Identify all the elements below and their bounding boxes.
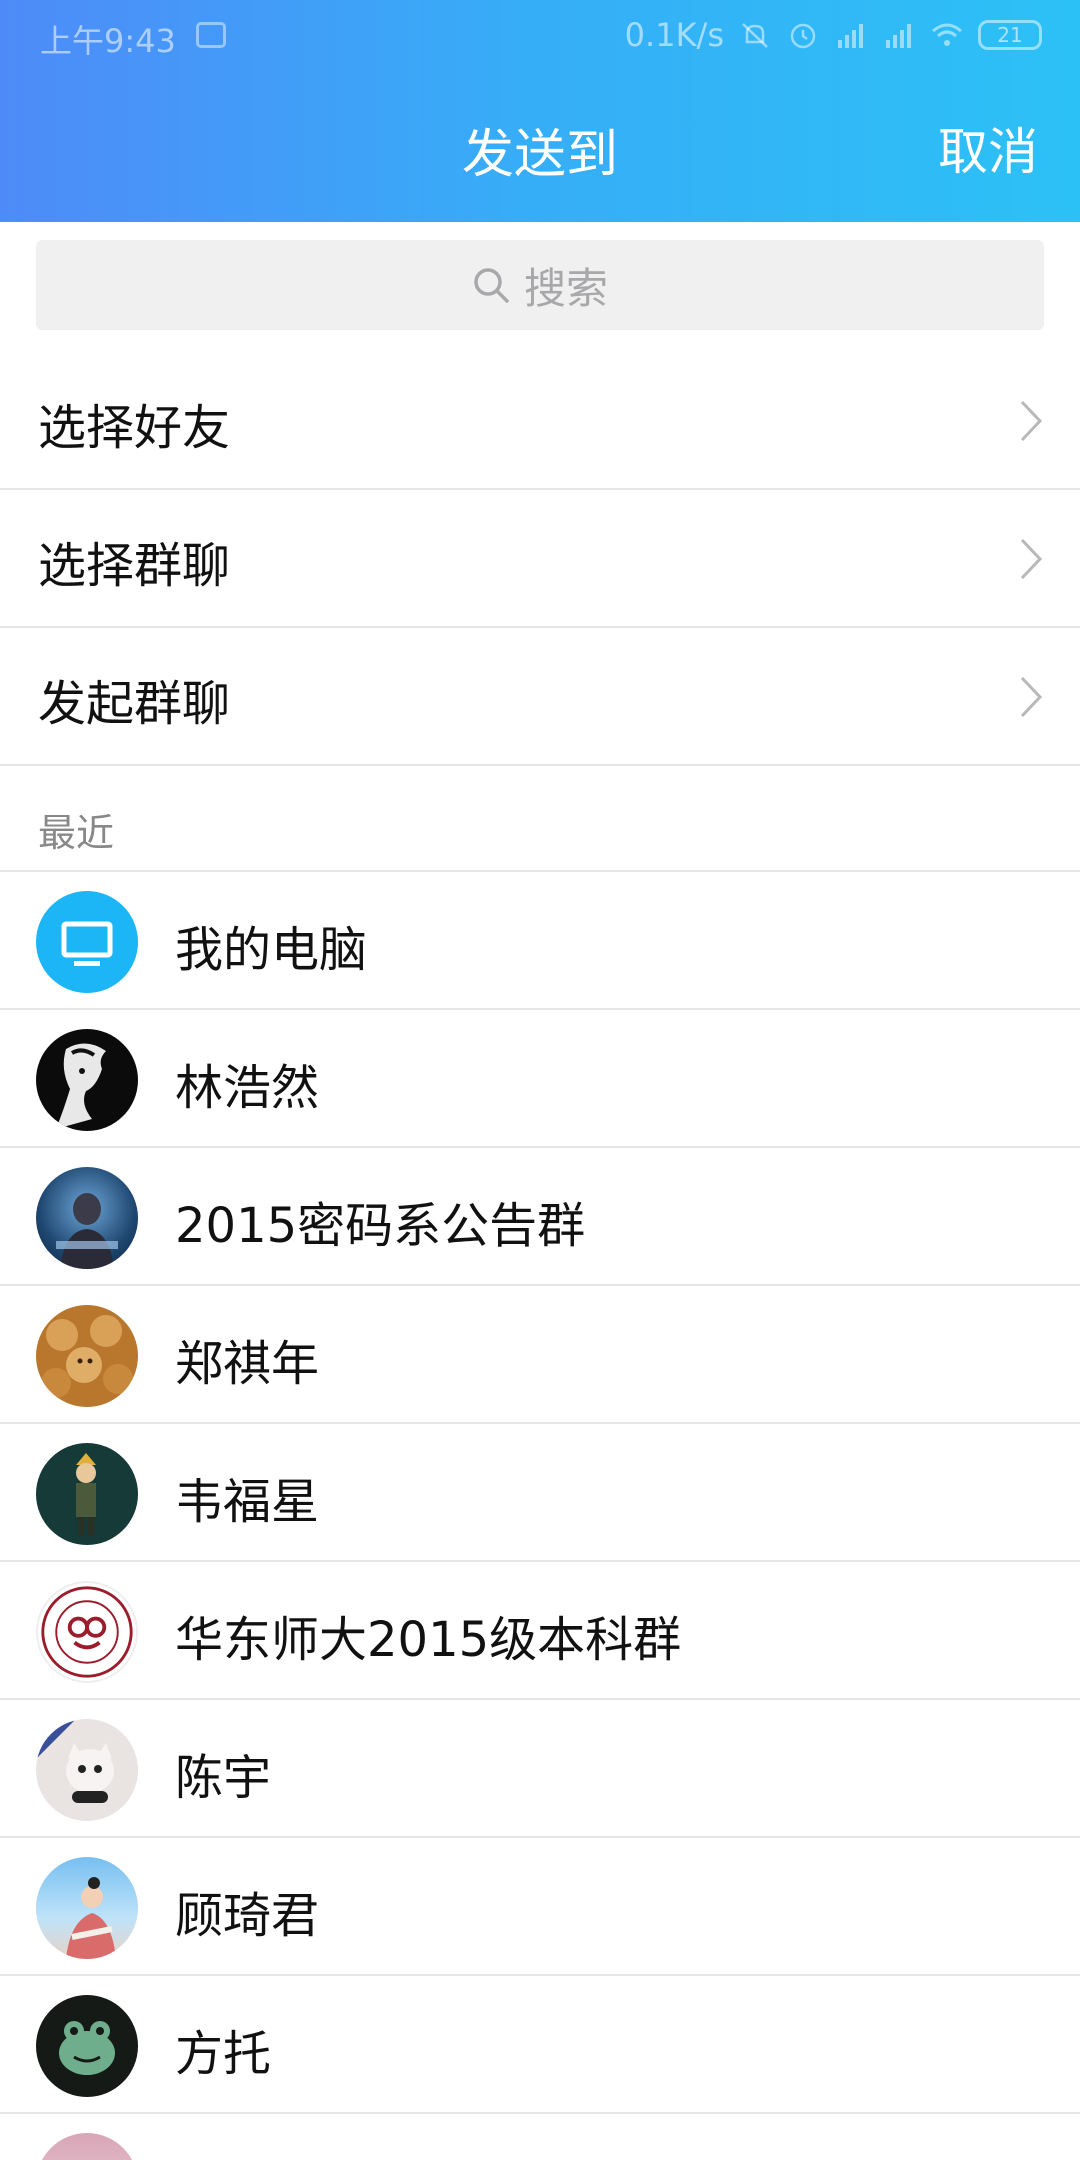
chevron-right-icon: [1020, 538, 1043, 580]
frog-avatar: [36, 1995, 138, 2097]
menu-label: 选择好友: [38, 400, 231, 456]
contact-name: 陈宇: [175, 1750, 272, 1806]
cancel-button[interactable]: 取消: [938, 112, 1038, 184]
contact-row[interactable]: 2015密码系公告群: [0, 1148, 1080, 1286]
recent-section-label: 最近: [38, 811, 115, 855]
contact-row[interactable]: 陈宇: [0, 1700, 1080, 1838]
status-bar: 上午9:43 0.1K/s 21: [0, 0, 1080, 72]
contact-name: 我的电脑: [175, 922, 368, 978]
search-icon: [474, 268, 509, 303]
contact-row[interactable]: 韦福星: [0, 1424, 1080, 1562]
photo-avatar: [36, 1305, 138, 1407]
contact-name: 华东师大2015级本科群: [175, 1612, 682, 1668]
contact-name: 2015密码系公告群: [175, 1198, 586, 1254]
alarm-icon: [790, 23, 816, 49]
group-avatar: [36, 1167, 138, 1269]
battery-indicator: 21: [978, 20, 1042, 50]
chevron-right-icon: [1020, 676, 1043, 718]
contact-row[interactable]: 我的电脑: [0, 872, 1080, 1010]
search-bar[interactable]: 搜索: [36, 240, 1044, 330]
contact-name: 顾琦君: [175, 1888, 320, 1944]
status-indicators: 0.1K/s 21: [625, 16, 1042, 54]
contact-row[interactable]: 方托: [0, 1976, 1080, 2114]
mute-icon: [742, 23, 768, 48]
photo-avatar: [36, 1443, 138, 1545]
status-time: 上午9:43: [40, 22, 176, 60]
university-seal-avatar: [36, 1581, 138, 1683]
contact-row[interactable]: 郑祺年: [0, 1286, 1080, 1424]
photo-avatar: [36, 1719, 138, 1821]
contact-name: 方托: [175, 2026, 272, 2082]
signal-icon: [886, 24, 911, 48]
menu-select-friends[interactable]: 选择好友: [0, 352, 1080, 490]
network-speed: 0.1K/s: [624, 16, 724, 54]
header-bar: 上午9:43 0.1K/s 21 发送到 取消: [0, 0, 1080, 222]
contact-name: 林浩然: [175, 1060, 320, 1116]
menu-label: 选择群聊: [38, 538, 231, 594]
search-placeholder: 搜索: [523, 263, 608, 313]
contact-name: 韦福星: [175, 1474, 320, 1530]
contact-row[interactable]: 顾琦君: [0, 1838, 1080, 1976]
message-notification-icon: [196, 22, 226, 48]
signal-icon: [838, 24, 863, 48]
menu-select-group-chat[interactable]: 选择群聊: [0, 490, 1080, 628]
portrait-avatar: [36, 1029, 138, 1131]
menu-start-group-chat[interactable]: 发起群聊: [0, 628, 1080, 766]
contact-name: 郑祺年: [175, 1336, 320, 1392]
contact-row[interactable]: 华东师大2015级本科群: [0, 1562, 1080, 1700]
chevron-right-icon: [1020, 400, 1043, 442]
wifi-icon: [932, 23, 962, 46]
page-title: 发送到: [461, 125, 618, 185]
contact-row[interactable]: [0, 2114, 1080, 2160]
photo-avatar: [36, 2133, 138, 2160]
computer-icon: [36, 891, 138, 993]
menu-label: 发起群聊: [38, 676, 231, 732]
photo-avatar: [36, 1857, 138, 1959]
contact-row[interactable]: 林浩然: [0, 1010, 1080, 1148]
